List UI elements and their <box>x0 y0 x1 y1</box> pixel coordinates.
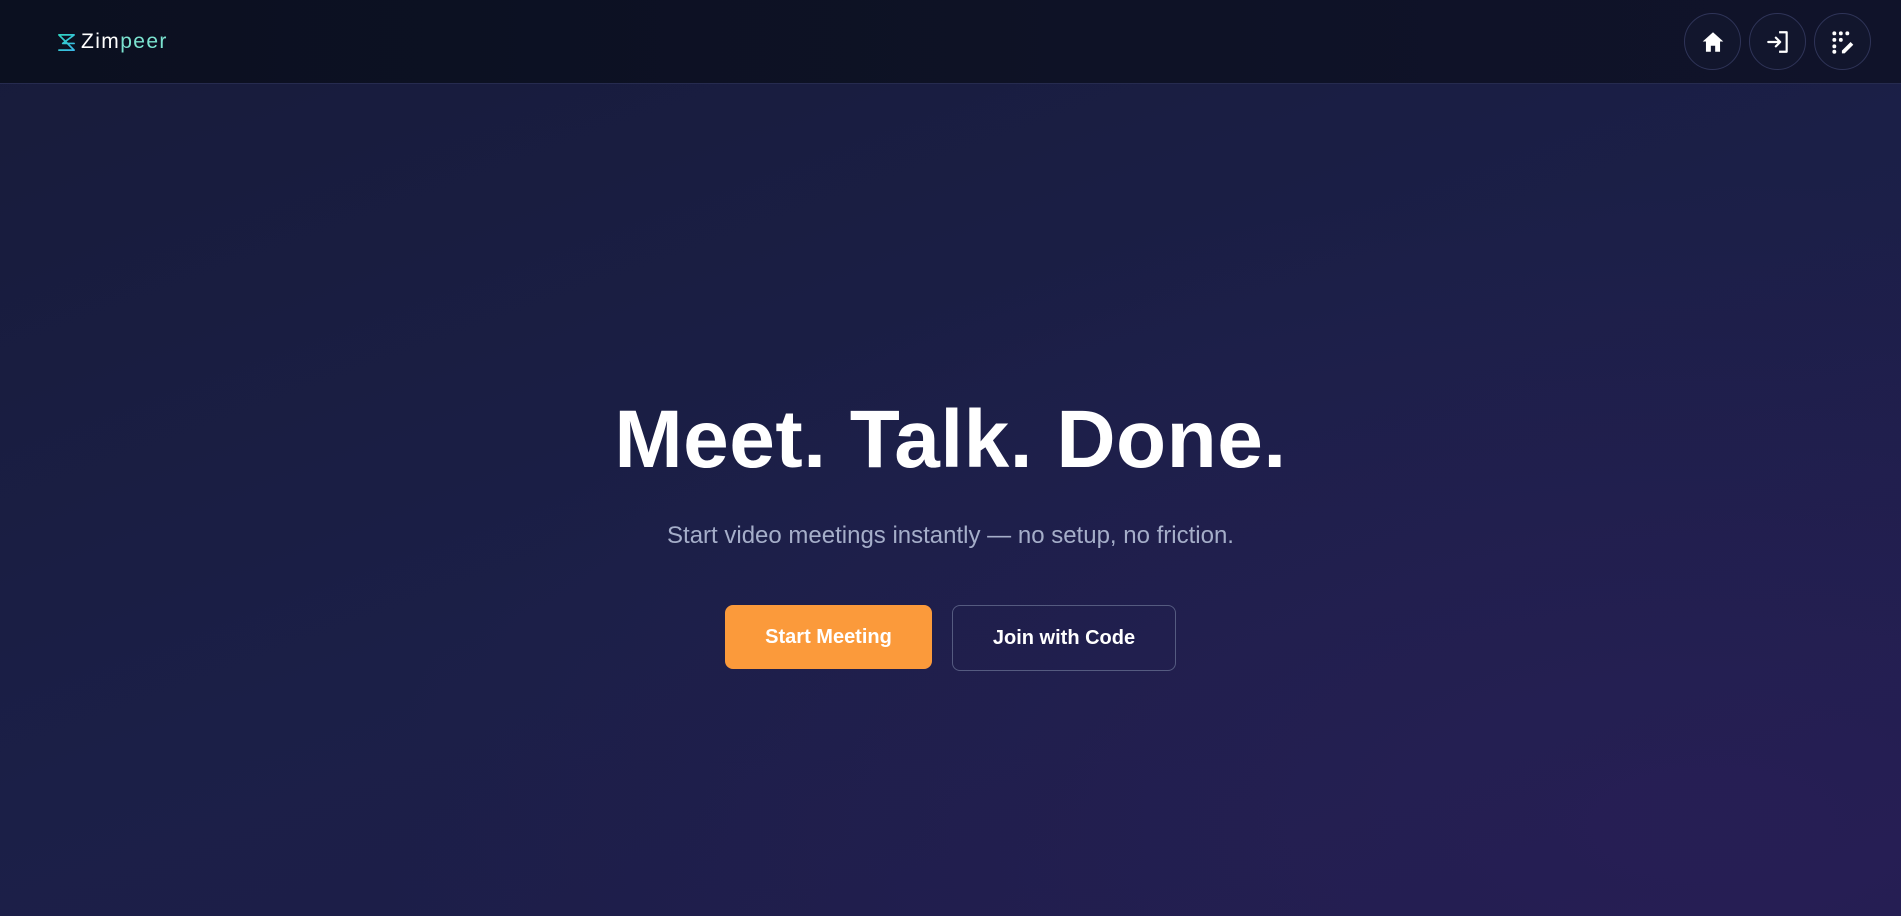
brand-name: Zimpeer <box>81 29 168 55</box>
home-button[interactable] <box>1684 13 1741 70</box>
hero-section: Meet. Talk. Done. Start video meetings i… <box>0 395 1901 671</box>
hero-title: Meet. Talk. Done. <box>614 394 1287 485</box>
brand-name-part2: peer <box>120 30 168 53</box>
hero-subtitle: Start video meetings instantly — no setu… <box>667 522 1234 549</box>
top-navbar: Zimpeer <box>0 0 1901 84</box>
app-root: Zimpeer Meet. Talk. Done. Start video me… <box>0 0 1901 916</box>
nav-icon-group <box>1684 13 1871 70</box>
login-button[interactable] <box>1749 13 1806 70</box>
start-meeting-button[interactable]: Start Meeting <box>725 605 932 669</box>
keypad-edit-button[interactable] <box>1814 13 1871 70</box>
home-icon <box>1702 31 1723 52</box>
z-logo-icon <box>58 33 75 51</box>
brand-logo[interactable]: Zimpeer <box>57 29 168 55</box>
login-icon <box>1766 30 1788 53</box>
hero-actions: Start Meeting Join with Code <box>0 605 1901 671</box>
join-with-code-button[interactable]: Join with Code <box>952 605 1176 671</box>
keypad-edit-icon <box>1831 30 1853 54</box>
brand-name-part1: Zim <box>81 30 121 53</box>
